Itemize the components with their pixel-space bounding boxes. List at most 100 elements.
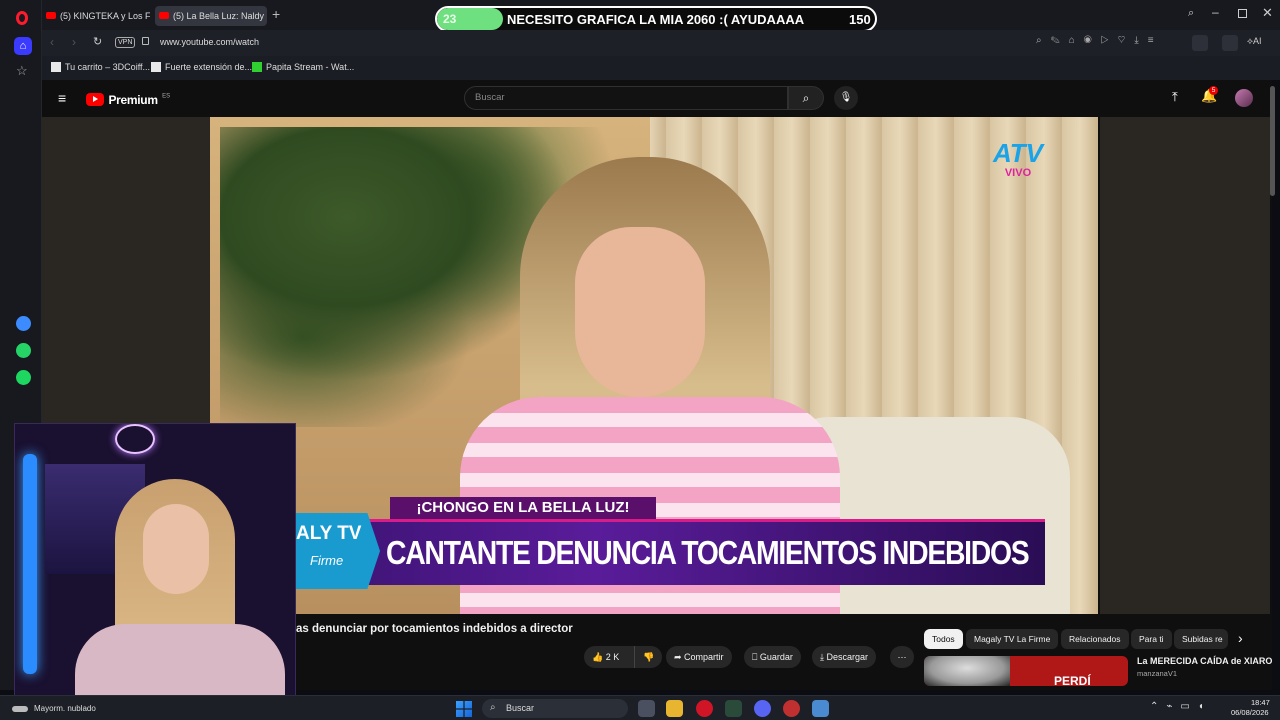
premium-label: Premium	[108, 93, 158, 107]
reload-icon[interactable]: ↻	[93, 35, 102, 48]
tray-icons[interactable]: ⌃⌁▭◖	[1150, 701, 1212, 712]
forward-icon[interactable]: ›	[72, 35, 76, 49]
back-icon[interactable]: ‹	[50, 35, 54, 49]
youtube-icon	[46, 12, 56, 19]
search-button[interactable]: ⌕	[788, 86, 824, 110]
microphone-icon[interactable]: 🎙	[834, 86, 858, 110]
weather-text[interactable]: Mayorm. nublado	[34, 704, 96, 713]
rec-thumb-figure	[924, 656, 1010, 686]
avatar[interactable]	[1235, 89, 1253, 107]
chip-todos[interactable]: Todos	[924, 629, 963, 649]
donation-goal-bar: 23 NECESITO GRAFICA LA MIA 2060 :( AYUDA…	[435, 6, 877, 32]
dislike-button[interactable]: 👎	[634, 646, 662, 668]
show-logo-text: ALY TV	[296, 523, 362, 544]
more-actions-button[interactable]: ⋯	[890, 646, 914, 668]
new-tab-button[interactable]: +	[272, 6, 280, 22]
menu-icon[interactable]: ≡	[58, 90, 66, 106]
settings-gear-icon[interactable]	[812, 700, 829, 717]
discord-icon[interactable]	[754, 700, 771, 717]
lock-icon	[142, 37, 149, 45]
taskbar-search[interactable]: ⌕ Buscar	[482, 699, 628, 718]
youtube-icon	[159, 12, 169, 19]
bookmark-label: Papita Stream - Wat...	[266, 62, 355, 72]
share-icon: ➦	[674, 652, 685, 662]
close-button[interactable]: ✕	[1262, 5, 1273, 21]
bookmark-favicon-icon	[51, 62, 61, 72]
chevron-right-icon[interactable]: ›	[1238, 630, 1243, 646]
share-button[interactable]: ➦ Compartir	[666, 646, 732, 668]
search-icon: ⌕	[490, 702, 496, 713]
star-icon[interactable]: ☆	[16, 63, 28, 79]
bookmark-favicon-icon	[252, 62, 262, 72]
whatsapp-icon[interactable]	[16, 343, 31, 358]
rec-thumb-text: PERDÍ	[1054, 674, 1091, 686]
home-icon[interactable]: ⌂	[14, 37, 32, 55]
theater-side-right	[1100, 117, 1270, 614]
file-explorer-icon[interactable]	[666, 700, 683, 717]
tab-bella-luz[interactable]: (5) La Bella Luz: Naldy	[155, 6, 267, 26]
notification-count-badge: 5	[1209, 86, 1218, 95]
rec-title[interactable]: La MERECIDA CAÍDA de XIARO	[1137, 656, 1272, 666]
start-button[interactable]	[456, 701, 472, 717]
lower-third-main: CANTANTE DENUNCIA TOCAMIENTOS INDEBIDOS	[296, 519, 1045, 585]
messenger-icon[interactable]	[16, 316, 31, 331]
toolbar-icons: ⌕✎⌂◉▷♡⤓≡	[1036, 35, 1163, 46]
live-label: VIVO	[1004, 167, 1032, 179]
streamer-webcam	[14, 423, 296, 707]
address-bar-row: ‹ › ↻ VPN www.youtube.com/watch ⌕✎⌂◉▷♡⤓≡…	[42, 30, 1280, 56]
webcam-neon-light	[23, 454, 37, 674]
search-input[interactable]: Buscar	[464, 86, 788, 110]
ai-button[interactable]: ⟡AI	[1247, 36, 1261, 47]
bookmark-papita[interactable]: Papita Stream - Wat...	[252, 62, 354, 72]
tab-kingteka[interactable]: (5) KINGTEKA y Los Fekas	[42, 6, 150, 26]
tab-label: (5) KINGTEKA y Los Fekas	[60, 11, 150, 21]
opera-logo-icon[interactable]	[16, 11, 28, 25]
save-label: Guardar	[759, 652, 793, 662]
search-tabs-icon[interactable]: ⌕	[1188, 7, 1194, 20]
url-field[interactable]: www.youtube.com/watch	[160, 37, 259, 47]
search-placeholder: Buscar	[475, 92, 505, 103]
task-view-icon[interactable]	[638, 700, 655, 717]
video-player[interactable]: ATV VIVO ¡CHONGO EN LA BELLA LUZ! CANTAN…	[210, 117, 1098, 614]
taskbar-search-label: Buscar	[506, 703, 535, 713]
maximize-button[interactable]	[1238, 9, 1247, 18]
like-button[interactable]: 👍 2 K	[584, 646, 634, 668]
bookmark-extension[interactable]: Fuerte extensión de...	[151, 62, 252, 72]
download-button[interactable]: ⤓ Descargar	[812, 646, 876, 668]
bookmarks-bar: Tu carrito – 3DCoiff... Fuerte extensión…	[42, 56, 1280, 80]
spotify-icon[interactable]	[16, 370, 31, 385]
weather-icon[interactable]	[12, 706, 28, 712]
settings-icon[interactable]	[1222, 35, 1238, 51]
chip-subidas[interactable]: Subidas re	[1174, 629, 1228, 649]
thumbs-up-icon: 👍	[592, 652, 604, 662]
chip-para-ti[interactable]: Para ti	[1131, 629, 1172, 649]
vpn-badge[interactable]: VPN	[115, 37, 136, 48]
atv-logo-text: ATV	[992, 138, 1044, 168]
clock-time[interactable]: 18:47	[1251, 698, 1270, 707]
video-title: as denunciar por tocamientos indebidos a…	[296, 623, 573, 635]
minimize-button[interactable]: –	[1212, 5, 1219, 19]
extensions-icon[interactable]	[1192, 35, 1208, 51]
rec-channel[interactable]: manzanaV1	[1137, 669, 1177, 678]
show-logo-subtext: Firme	[310, 553, 344, 568]
rec-thumbnail[interactable]: PERDÍ	[924, 656, 1128, 686]
show-logo: ALY TV Firme	[296, 513, 380, 589]
like-count: 2 K	[605, 652, 620, 662]
save-button[interactable]: ⎕ Guardar	[744, 646, 801, 668]
ai-label: AI	[1252, 36, 1262, 46]
windows-taskbar: Mayorm. nublado ⌕ Buscar ⌃⌁▭◖ 18:47 06/0…	[0, 695, 1280, 720]
page-scrollbar[interactable]	[1270, 86, 1275, 196]
youtube-logo[interactable]: Premium ES	[86, 91, 170, 107]
opera-taskbar-icon[interactable]	[696, 700, 713, 717]
region-label: ES	[162, 93, 171, 100]
recorder-icon[interactable]	[783, 700, 800, 717]
chip-magaly[interactable]: Magaly TV La Firme	[966, 629, 1059, 649]
youtube-play-icon	[86, 93, 104, 106]
upload-icon[interactable]: ⤒	[1172, 89, 1178, 105]
app-icon[interactable]	[725, 700, 742, 717]
chip-relacionados[interactable]: Relacionados	[1061, 629, 1129, 649]
bookmark-3dcoiff[interactable]: Tu carrito – 3DCoiff...	[51, 62, 150, 72]
bookmark-label: Tu carrito – 3DCoiff...	[65, 62, 151, 72]
download-label: Descargar	[826, 652, 868, 662]
clock-date[interactable]: 06/08/2026	[1231, 708, 1269, 717]
